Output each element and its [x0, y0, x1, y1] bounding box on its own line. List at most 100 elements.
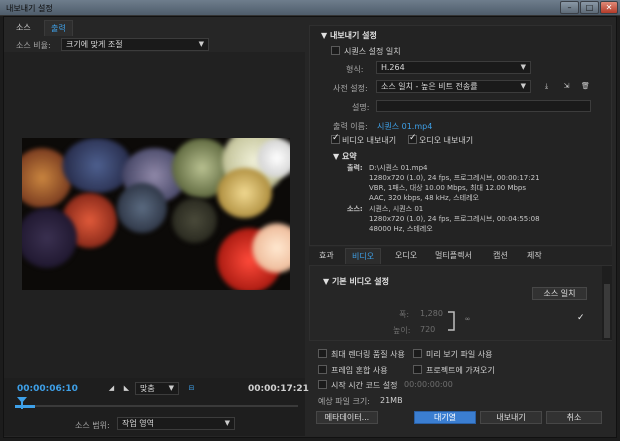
start-timecode-checkbox[interactable]	[318, 380, 327, 389]
tab-multiplexer[interactable]: 멀티플렉서	[429, 248, 478, 264]
tab-effects[interactable]: 효과	[313, 248, 340, 264]
chevron-down-icon: ▼	[168, 384, 174, 392]
bokeh-light	[117, 183, 167, 233]
zoom-fit-value: 맞춤	[140, 384, 155, 393]
playhead-icon[interactable]	[17, 397, 27, 409]
comments-input[interactable]	[376, 100, 591, 112]
title-bar: 내보내기 설정 – □ ✕	[0, 0, 620, 16]
file-size-value: 21MB	[380, 396, 403, 405]
summary-source-label: 소스:	[347, 205, 363, 213]
summary-header[interactable]: ▼ 요약	[333, 151, 357, 162]
video-preview	[22, 138, 290, 290]
summary-output-line: VBR, 1패스, 대상 10.00 Mbps, 최대 12.00 Mbps	[369, 184, 527, 192]
width-label: 폭:	[399, 310, 410, 319]
comments-label: 설명:	[352, 103, 370, 112]
summary-output-line: D:\시퀀스 01.mp4	[369, 164, 428, 172]
export-audio-label: 오디오 내보내기	[419, 136, 474, 145]
width-value[interactable]: 1,280	[420, 309, 443, 318]
aspect-toggle-icon[interactable]: ⊟	[186, 383, 197, 394]
tab-captions[interactable]: 캡션	[487, 248, 514, 264]
format-value: H.264	[381, 63, 405, 72]
bokeh-light	[22, 208, 77, 268]
import-into-project-label: 프로젝트에 가져오기	[426, 366, 495, 375]
delete-preset-icon[interactable]: 🗑	[580, 81, 591, 92]
source-range-dropdown[interactable]: 작업 영역 ▼	[117, 417, 235, 430]
preset-label: 사전 설정:	[333, 84, 368, 93]
chevron-down-icon: ▼	[224, 419, 230, 427]
preset-value: 소스 일치 - 높은 비트 전송률	[381, 82, 478, 91]
window-title: 내보내기 설정	[6, 4, 53, 13]
queue-button[interactable]: 대기열	[414, 411, 476, 424]
export-settings-header[interactable]: ▼ 내보내기 설정	[321, 30, 377, 41]
height-value[interactable]: 720	[420, 325, 435, 334]
bokeh-light	[217, 168, 272, 218]
tab-source[interactable]: 소스	[10, 20, 37, 36]
match-sequence-label: 시퀀스 설정 일치	[344, 47, 401, 56]
tab-publish[interactable]: 제작	[521, 248, 548, 264]
chain-link-icon[interactable]: ∞	[462, 314, 473, 325]
summary-source-line: 48000 Hz, 스테레오	[369, 225, 433, 233]
minimize-button[interactable]: –	[560, 1, 579, 14]
import-preset-icon[interactable]: ⇲	[561, 81, 572, 92]
timecode-out[interactable]: 00:00:17:21	[248, 384, 309, 394]
metadata-button[interactable]: 메타데이터...	[316, 411, 378, 424]
bokeh-light	[172, 198, 217, 243]
basic-video-title: 기본 비디오 설정	[331, 277, 390, 286]
tab-output[interactable]: 출력	[44, 20, 73, 36]
source-scaling-value: 크기에 맞게 조절	[66, 40, 123, 49]
scrollbar-thumb[interactable]	[604, 284, 610, 338]
chevron-down-icon: ▼	[520, 82, 526, 90]
source-scaling-dropdown[interactable]: 크기에 맞게 조절 ▼	[61, 38, 209, 51]
link-bracket-icon	[448, 311, 455, 331]
bokeh-light	[62, 138, 132, 193]
use-previews-checkbox[interactable]	[413, 349, 422, 358]
frame-blending-label: 프레임 혼합 사용	[331, 366, 388, 375]
source-scaling-row: 소스 비율: 크기에 맞게 조절 ▼	[4, 36, 305, 52]
set-out-point-icon[interactable]: ◣	[121, 383, 132, 394]
bokeh-light	[257, 138, 290, 178]
height-label: 높이:	[393, 326, 411, 335]
max-render-quality-checkbox[interactable]	[318, 349, 327, 358]
export-audio-checkbox[interactable]	[408, 133, 417, 144]
summary-output-line: AAC, 320 kbps, 48 kHz, 스테레오	[369, 194, 479, 202]
import-into-project-checkbox[interactable]	[413, 365, 422, 374]
cancel-button[interactable]: 취소	[546, 411, 602, 424]
output-name-link[interactable]: 시퀀스 01.mp4	[377, 121, 432, 132]
zoom-fit-dropdown[interactable]: 맞춤 ▼	[135, 382, 179, 395]
export-settings-title: 내보내기 설정	[329, 31, 377, 40]
start-timecode-label: 시작 시간 코드 설정	[331, 381, 398, 390]
preset-dropdown[interactable]: 소스 일치 - 높은 비트 전송률 ▼	[376, 80, 531, 93]
tab-audio[interactable]: 오디오	[389, 248, 423, 264]
basic-video-header[interactable]: ▼ 기본 비디오 설정	[323, 276, 389, 287]
close-window-button[interactable]: ✕	[600, 1, 618, 14]
maximize-button[interactable]: □	[580, 1, 599, 14]
format-dropdown[interactable]: H.264 ▼	[376, 61, 531, 74]
source-scaling-label: 소스 비율:	[16, 41, 51, 50]
use-previews-label: 미리 보기 파일 사용	[426, 350, 493, 359]
timeline-track[interactable]	[15, 405, 298, 407]
summary-title: 요약	[341, 152, 357, 161]
summary-output-line: 1280x720 (1.0), 24 fps, 프로그레시브, 00:00:17…	[369, 174, 540, 182]
summary-source-line: 시퀀스, 시퀀스 01	[369, 205, 424, 213]
summary-source-line: 1280x720 (1.0), 24 fps, 프로그레시브, 00:04:55…	[369, 215, 540, 223]
export-button[interactable]: 내보내기	[480, 411, 542, 424]
match-sequence-checkbox[interactable]	[331, 46, 340, 55]
save-preset-icon[interactable]: ⤓	[541, 81, 552, 92]
chevron-down-icon: ▼	[520, 63, 526, 71]
output-name-label: 출력 이름:	[333, 122, 368, 131]
format-label: 형식:	[346, 65, 364, 74]
preview-tabs: 소스 출력	[4, 18, 305, 36]
max-render-quality-label: 최대 렌더링 품질 사용	[331, 350, 405, 359]
match-source-checkbox[interactable]	[577, 313, 586, 325]
timecode-in[interactable]: 00:00:06:10	[17, 384, 78, 394]
export-video-label: 비디오 내보내기	[342, 136, 397, 145]
set-in-point-icon[interactable]: ◢	[106, 383, 117, 394]
chevron-down-icon: ▼	[198, 40, 204, 48]
export-video-checkbox[interactable]	[331, 133, 340, 144]
settings-tabs: 효과 비디오 오디오 멀티플렉서 캡션 제작	[309, 247, 612, 265]
tab-video[interactable]: 비디오	[345, 248, 382, 264]
frame-blending-checkbox[interactable]	[318, 365, 327, 374]
start-timecode-value: 00:00:00:00	[404, 380, 453, 389]
match-source-button[interactable]: 소스 일치	[532, 287, 587, 300]
summary-output-label: 출력:	[347, 164, 363, 172]
